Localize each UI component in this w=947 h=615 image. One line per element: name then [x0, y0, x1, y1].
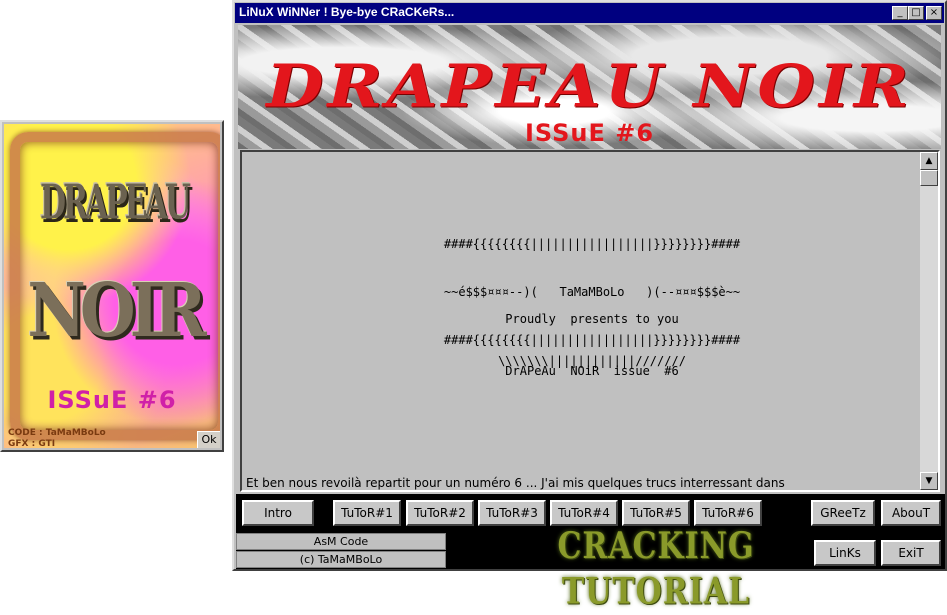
splash-issue-label: ISSuE #6 — [47, 386, 177, 414]
main-window: LiNuX WiNNer ! Bye-bye CRaCKeRs... _ □ ×… — [232, 0, 947, 613]
credits-code: CODE : TaMaMBoLo — [8, 428, 106, 438]
tutor6-button[interactable]: TuToR#6 — [693, 499, 763, 527]
scroll-up-icon[interactable]: ▲ — [920, 152, 938, 170]
ok-button[interactable]: Ok — [197, 431, 220, 448]
close-button[interactable]: × — [926, 6, 942, 20]
links-button[interactable]: LinKs — [813, 539, 877, 567]
window-title: LiNuX WiNNer ! Bye-bye CRaCKeRs... — [239, 5, 455, 19]
scroll-down-icon[interactable]: ▼ — [920, 472, 938, 490]
about-button[interactable]: AbouT — [880, 499, 942, 527]
splash-title-drapeau: DRAPEAU — [39, 175, 191, 232]
splash-artwork: DRAPEAU NOIR ISSuE #6 CODE : TaMaMBoLo G… — [4, 124, 220, 448]
asm-code-label: AsM Code — [236, 533, 446, 550]
header-banner: DRAPEAU NOIR ISSuE #6 — [238, 25, 941, 149]
tutor4-button[interactable]: TuToR#4 — [549, 499, 619, 527]
splash-window: DRAPEAU NOIR ISSuE #6 CODE : TaMaMBoLo G… — [0, 120, 224, 452]
tutor5-button[interactable]: TuToR#5 — [621, 499, 691, 527]
splash-title-noir: NOIR — [27, 268, 206, 355]
body-text: Et ben nous revoilà repartit pour un num… — [246, 476, 785, 490]
tutor2-button[interactable]: TuToR#2 — [405, 499, 475, 527]
credits-gfx: GFX : GTI — [8, 439, 56, 448]
presents-line: Proudly presents to you — [505, 312, 679, 326]
exit-button[interactable]: ExiT — [880, 539, 942, 567]
banner-issue: ISSuE #6 — [524, 119, 655, 147]
banner-title: DRAPEAU NOIR — [266, 50, 913, 122]
ascii-line: ####{{{{{{{{|||||||||||||||||}}}}}}}}###… — [443, 237, 741, 251]
greetz-button[interactable]: GReeTz — [810, 499, 876, 527]
presents-block: Proudly presents to you \\\\\\\|||||||||… — [242, 284, 920, 396]
text-panel[interactable]: ####{{{{{{{{|||||||||||||||||}}}}}}}}###… — [240, 150, 940, 492]
cracking-tutorial-logo: CRACKING TUTORIAL — [557, 525, 755, 613]
tutor3-button[interactable]: TuToR#3 — [477, 499, 547, 527]
scroll-thumb[interactable] — [920, 170, 938, 186]
intro-button[interactable]: Intro — [241, 499, 315, 527]
title-bar[interactable]: LiNuX WiNNer ! Bye-bye CRaCKeRs... _ □ × — [235, 3, 944, 23]
issue-line: DrAPeAu NOiR issue #6 — [505, 364, 679, 378]
splash-credits: CODE : TaMaMBoLo GFX : GTI — [8, 428, 106, 448]
tutor1-button[interactable]: TuToR#1 — [332, 499, 402, 527]
copyright-label: (c) TaMaMBoLo — [236, 551, 446, 568]
bottom-toolbar: Intro TuToR#1 TuToR#2 TuToR#3 TuToR#4 Tu… — [236, 494, 945, 613]
maximize-button[interactable]: □ — [908, 6, 924, 20]
text-content: ####{{{{{{{{|||||||||||||||||}}}}}}}}###… — [242, 152, 920, 490]
vertical-scrollbar[interactable]: ▲ ▼ — [920, 152, 938, 490]
minimize-button[interactable]: _ — [892, 6, 908, 20]
